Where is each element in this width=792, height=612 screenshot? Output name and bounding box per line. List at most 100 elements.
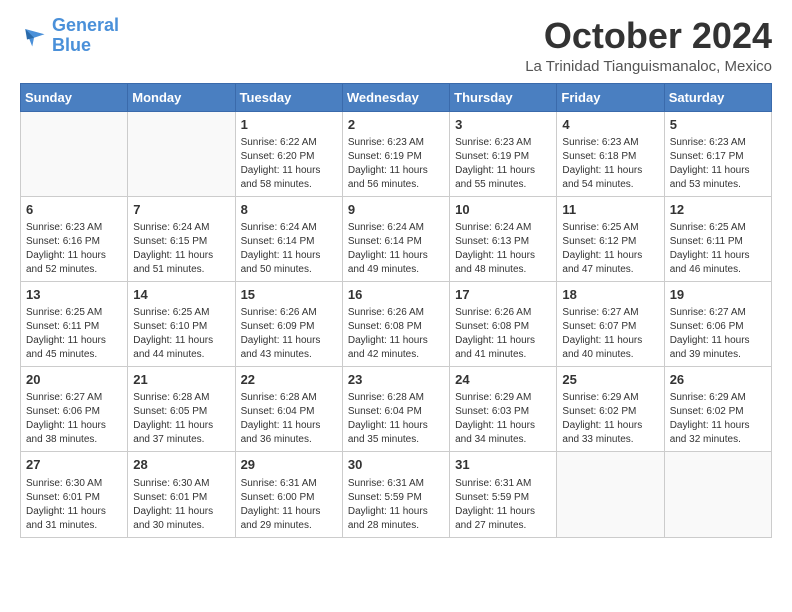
- calendar-cell: 26 Sunrise: 6:29 AMSunset: 6:02 PMDayligh…: [664, 367, 771, 452]
- day-info: Sunrise: 6:31 AMSunset: 6:00 PMDaylight:…: [241, 477, 337, 533]
- day-number: 21: [133, 371, 229, 389]
- calendar-cell: 23 Sunrise: 6:28 AMSunset: 6:04 PMDayligh…: [342, 367, 449, 452]
- day-info: Sunrise: 6:24 AMSunset: 6:14 PMDaylight:…: [241, 221, 337, 277]
- month-title: October 2024: [525, 16, 772, 56]
- day-number: 29: [241, 456, 337, 474]
- day-number: 5: [670, 116, 766, 134]
- day-info: Sunrise: 6:24 AMSunset: 6:13 PMDaylight:…: [455, 221, 551, 277]
- calendar-cell: 7Sunrise: 6:24 AMSunset: 6:15 PMDaylight…: [128, 196, 235, 281]
- day-number: 28: [133, 456, 229, 474]
- calendar-cell: 21 Sunrise: 6:28 AMSunset: 6:05 PMDayligh…: [128, 367, 235, 452]
- location: La Trinidad Tianguismanaloc, Mexico: [525, 58, 772, 75]
- calendar-cell: 30 Sunrise: 6:31 AMSunset: 5:59 PMDayligh…: [342, 452, 449, 537]
- day-info: Sunrise: 6:23 AMSunset: 6:17 PMDaylight:…: [670, 136, 766, 192]
- calendar-table: SundayMondayTuesdayWednesdayThursdayFrid…: [20, 83, 772, 538]
- day-number: 17: [455, 286, 551, 304]
- header-day-sunday: Sunday: [21, 83, 128, 111]
- header-day-saturday: Saturday: [664, 83, 771, 111]
- day-info: Sunrise: 6:25 AMSunset: 6:12 PMDaylight:…: [562, 221, 658, 277]
- calendar-cell: 5 Sunrise: 6:23 AMSunset: 6:17 PMDaylight…: [664, 111, 771, 196]
- day-number: 19: [670, 286, 766, 304]
- week-row-3: 13Sunrise: 6:25 AMSunset: 6:11 PMDayligh…: [21, 281, 772, 366]
- calendar-cell: 9 Sunrise: 6:24 AMSunset: 6:14 PMDaylight…: [342, 196, 449, 281]
- day-info: Sunrise: 6:24 AMSunset: 6:14 PMDaylight:…: [348, 221, 444, 277]
- day-number: 9: [348, 201, 444, 219]
- calendar-cell: 25 Sunrise: 6:29 AMSunset: 6:02 PMDayligh…: [557, 367, 664, 452]
- calendar-cell: 14 Sunrise: 6:25 AMSunset: 6:10 PMDayligh…: [128, 281, 235, 366]
- day-info: Sunrise: 6:27 AMSunset: 6:06 PMDaylight:…: [670, 306, 766, 362]
- day-info: Sunrise: 6:29 AMSunset: 6:02 PMDaylight:…: [562, 391, 658, 447]
- calendar-cell: [21, 111, 128, 196]
- day-number: 20: [26, 371, 122, 389]
- day-info: Sunrise: 6:22 AMSunset: 6:20 PMDaylight:…: [241, 136, 337, 192]
- calendar-cell: 31Sunrise: 6:31 AMSunset: 5:59 PMDayligh…: [450, 452, 557, 537]
- day-info: Sunrise: 6:28 AMSunset: 6:04 PMDaylight:…: [241, 391, 337, 447]
- calendar-cell: 6 Sunrise: 6:23 AMSunset: 6:16 PMDaylight…: [21, 196, 128, 281]
- calendar-cell: 3 Sunrise: 6:23 AMSunset: 6:19 PMDaylight…: [450, 111, 557, 196]
- calendar-cell: 27 Sunrise: 6:30 AMSunset: 6:01 PMDayligh…: [21, 452, 128, 537]
- week-row-2: 6 Sunrise: 6:23 AMSunset: 6:16 PMDaylight…: [21, 196, 772, 281]
- day-number: 10: [455, 201, 551, 219]
- calendar-cell: 15 Sunrise: 6:26 AMSunset: 6:09 PMDayligh…: [235, 281, 342, 366]
- day-info: Sunrise: 6:30 AMSunset: 6:01 PMDaylight:…: [26, 477, 122, 533]
- calendar-cell: 2 Sunrise: 6:23 AMSunset: 6:19 PMDaylight…: [342, 111, 449, 196]
- calendar-cell: 13Sunrise: 6:25 AMSunset: 6:11 PMDayligh…: [21, 281, 128, 366]
- day-number: 3: [455, 116, 551, 134]
- calendar-cell: [557, 452, 664, 537]
- day-number: 30: [348, 456, 444, 474]
- day-info: Sunrise: 6:27 AMSunset: 6:07 PMDaylight:…: [562, 306, 658, 362]
- day-info: Sunrise: 6:23 AMSunset: 6:19 PMDaylight:…: [455, 136, 551, 192]
- day-number: 7: [133, 201, 229, 219]
- header-day-wednesday: Wednesday: [342, 83, 449, 111]
- day-info: Sunrise: 6:28 AMSunset: 6:04 PMDaylight:…: [348, 391, 444, 447]
- day-number: 18: [562, 286, 658, 304]
- calendar-body: 1Sunrise: 6:22 AMSunset: 6:20 PMDaylight…: [21, 111, 772, 537]
- day-info: Sunrise: 6:23 AMSunset: 6:16 PMDaylight:…: [26, 221, 122, 277]
- day-number: 8: [241, 201, 337, 219]
- calendar-cell: 16Sunrise: 6:26 AMSunset: 6:08 PMDayligh…: [342, 281, 449, 366]
- day-info: Sunrise: 6:29 AMSunset: 6:02 PMDaylight:…: [670, 391, 766, 447]
- logo-icon: [20, 22, 48, 50]
- day-number: 6: [26, 201, 122, 219]
- page-header: General Blue October 2024 La Trinidad Ti…: [20, 16, 772, 75]
- calendar-cell: 17 Sunrise: 6:26 AMSunset: 6:08 PMDayligh…: [450, 281, 557, 366]
- day-info: Sunrise: 6:31 AMSunset: 5:59 PMDaylight:…: [455, 477, 551, 533]
- header-day-friday: Friday: [557, 83, 664, 111]
- day-number: 4: [562, 116, 658, 134]
- day-info: Sunrise: 6:23 AMSunset: 6:19 PMDaylight:…: [348, 136, 444, 192]
- day-info: Sunrise: 6:26 AMSunset: 6:08 PMDaylight:…: [455, 306, 551, 362]
- day-info: Sunrise: 6:25 AMSunset: 6:10 PMDaylight:…: [133, 306, 229, 362]
- calendar-cell: 4 Sunrise: 6:23 AMSunset: 6:18 PMDaylight…: [557, 111, 664, 196]
- logo-text: General Blue: [52, 16, 119, 56]
- calendar-cell: [128, 111, 235, 196]
- day-number: 27: [26, 456, 122, 474]
- calendar-cell: 24Sunrise: 6:29 AMSunset: 6:03 PMDayligh…: [450, 367, 557, 452]
- day-info: Sunrise: 6:28 AMSunset: 6:05 PMDaylight:…: [133, 391, 229, 447]
- day-number: 23: [348, 371, 444, 389]
- week-row-4: 20Sunrise: 6:27 AMSunset: 6:06 PMDayligh…: [21, 367, 772, 452]
- header-row: SundayMondayTuesdayWednesdayThursdayFrid…: [21, 83, 772, 111]
- day-number: 14: [133, 286, 229, 304]
- day-number: 13: [26, 286, 122, 304]
- day-info: Sunrise: 6:25 AMSunset: 6:11 PMDaylight:…: [670, 221, 766, 277]
- day-info: Sunrise: 6:26 AMSunset: 6:08 PMDaylight:…: [348, 306, 444, 362]
- day-number: 15: [241, 286, 337, 304]
- calendar-cell: [664, 452, 771, 537]
- calendar-cell: 12 Sunrise: 6:25 AMSunset: 6:11 PMDayligh…: [664, 196, 771, 281]
- week-row-5: 27 Sunrise: 6:30 AMSunset: 6:01 PMDayligh…: [21, 452, 772, 537]
- logo: General Blue: [20, 16, 119, 56]
- day-number: 25: [562, 371, 658, 389]
- title-block: October 2024 La Trinidad Tianguismanaloc…: [525, 16, 772, 75]
- day-info: Sunrise: 6:31 AMSunset: 5:59 PMDaylight:…: [348, 477, 444, 533]
- day-number: 11: [562, 201, 658, 219]
- calendar-cell: 28Sunrise: 6:30 AMSunset: 6:01 PMDayligh…: [128, 452, 235, 537]
- calendar-cell: 8 Sunrise: 6:24 AMSunset: 6:14 PMDaylight…: [235, 196, 342, 281]
- calendar-cell: 11 Sunrise: 6:25 AMSunset: 6:12 PMDayligh…: [557, 196, 664, 281]
- day-number: 26: [670, 371, 766, 389]
- calendar-cell: 10 Sunrise: 6:24 AMSunset: 6:13 PMDayligh…: [450, 196, 557, 281]
- day-info: Sunrise: 6:23 AMSunset: 6:18 PMDaylight:…: [562, 136, 658, 192]
- day-number: 2: [348, 116, 444, 134]
- day-info: Sunrise: 6:26 AMSunset: 6:09 PMDaylight:…: [241, 306, 337, 362]
- calendar-cell: 20Sunrise: 6:27 AMSunset: 6:06 PMDayligh…: [21, 367, 128, 452]
- day-number: 12: [670, 201, 766, 219]
